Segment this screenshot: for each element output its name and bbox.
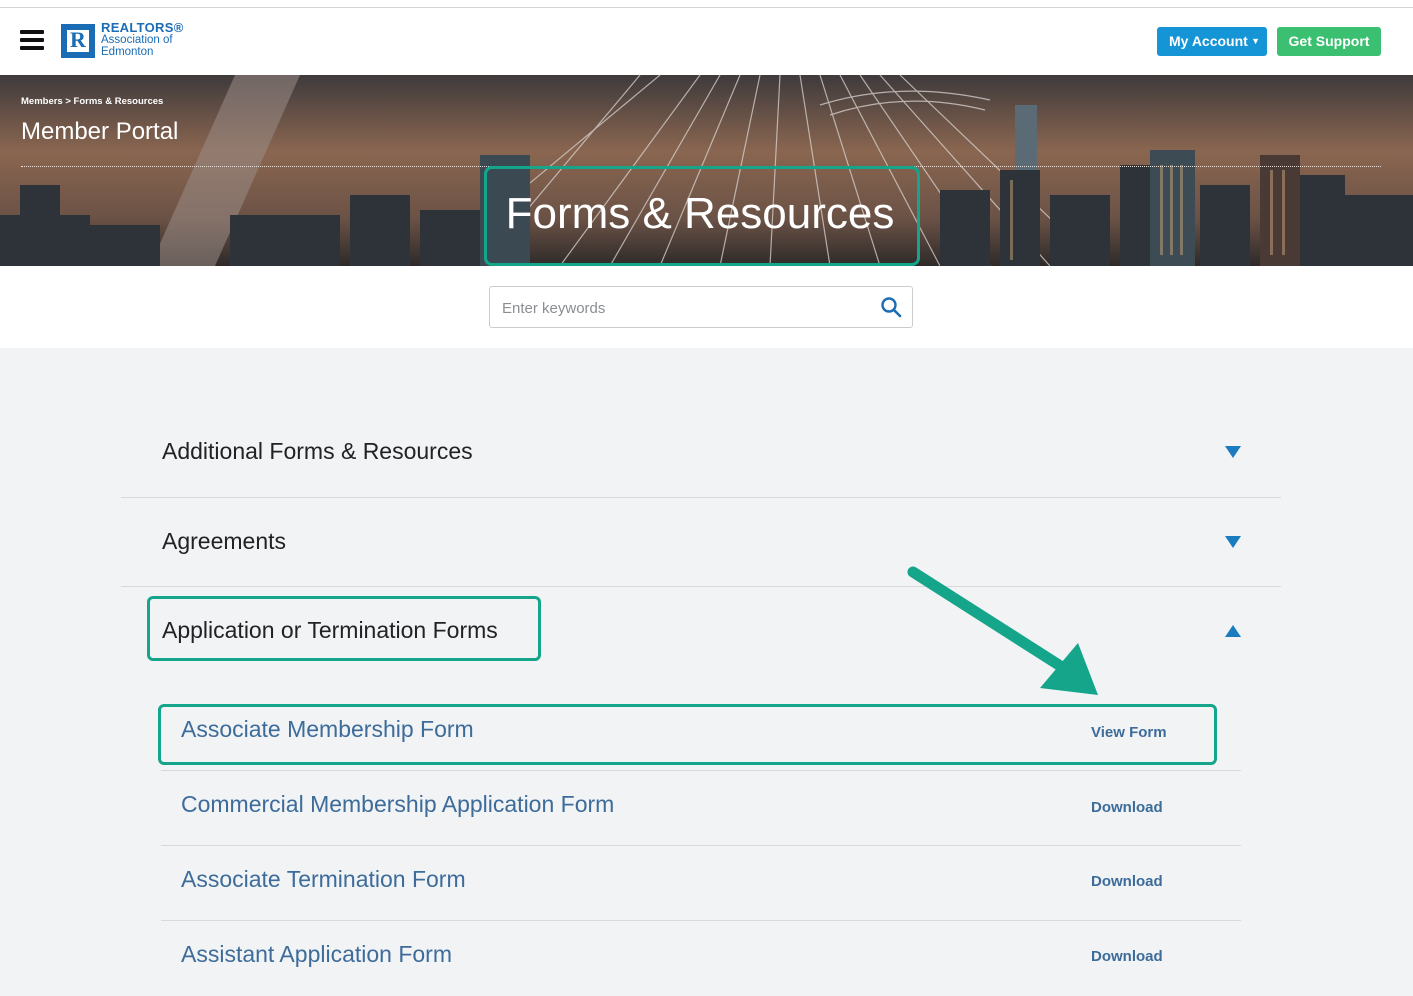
accordion-agreements[interactable]: Agreements <box>121 497 1281 586</box>
hero-banner: Members > Forms & Resources Member Porta… <box>0 75 1413 266</box>
section-highlight-box <box>147 596 541 661</box>
download-link[interactable]: Download <box>1091 948 1163 965</box>
search-icon[interactable] <box>880 296 902 318</box>
form-row-associate-termination: Associate Termination Form Download <box>161 846 1241 921</box>
accordion-label: Additional Forms & Resources <box>162 438 473 464</box>
my-account-button[interactable]: My Account ▼ <box>1157 27 1267 56</box>
accordion-label: Agreements <box>162 528 287 554</box>
breadcrumb[interactable]: Members > Forms & Resources <box>21 96 163 107</box>
triangle-down-icon[interactable] <box>1224 445 1242 459</box>
accordion-additional-forms[interactable]: Additional Forms & Resources <box>121 407 1281 496</box>
search-band <box>0 266 1413 348</box>
page-title: Forms & Resources <box>505 189 895 238</box>
form-name[interactable]: Associate Termination Form <box>181 866 466 893</box>
logo-line-3: Edmonton <box>101 46 154 58</box>
search-box <box>489 286 913 328</box>
site-header: R REALTORS® Association of Edmonton My A… <box>0 8 1413 75</box>
portal-title: Member Portal <box>21 118 179 145</box>
logo-line-2: Association of <box>101 34 173 46</box>
menu-icon[interactable] <box>20 30 44 50</box>
logo-line-1: REALTORS® <box>101 20 184 35</box>
get-support-button[interactable]: Get Support <box>1277 27 1381 56</box>
form-row-commercial-membership: Commercial Membership Application Form D… <box>161 771 1241 846</box>
form-row-assistant-application: Assistant Application Form Download <box>161 921 1241 996</box>
form-name[interactable]: Assistant Application Form <box>181 941 452 968</box>
download-link[interactable]: Download <box>1091 873 1163 890</box>
form-name[interactable]: Commercial Membership Application Form <box>181 791 614 818</box>
search-input[interactable] <box>500 295 844 321</box>
form-highlight-box <box>158 704 1217 765</box>
my-account-label: My Account <box>1169 33 1248 49</box>
caret-down-icon: ▼ <box>1251 36 1260 46</box>
download-link[interactable]: Download <box>1091 799 1163 816</box>
triangle-down-icon[interactable] <box>1224 535 1242 549</box>
realtors-r-logo-icon: R <box>61 24 95 58</box>
browser-top-edge <box>0 0 1413 8</box>
triangle-up-icon[interactable] <box>1224 624 1242 638</box>
realtors-logo[interactable]: R REALTORS® Association of Edmonton <box>61 20 191 60</box>
